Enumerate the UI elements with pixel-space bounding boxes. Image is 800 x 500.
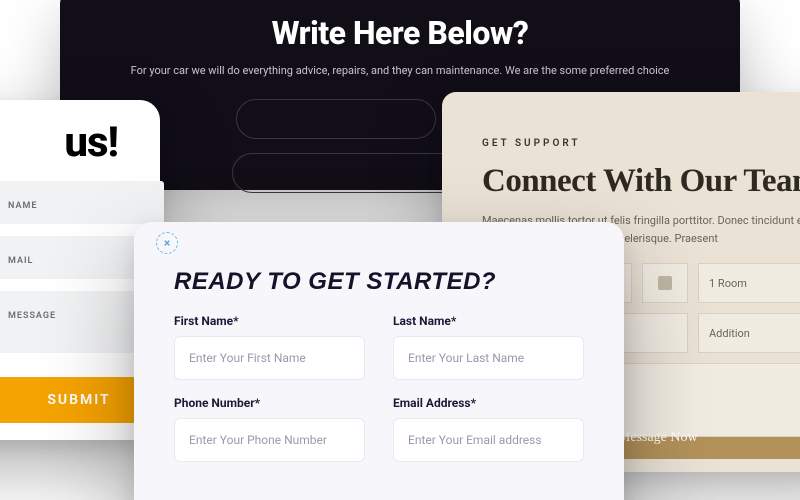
additional-select[interactable]: Addition	[698, 313, 800, 353]
close-button[interactable]: ×	[156, 232, 178, 254]
first-name-input[interactable]: Enter Your First Name	[174, 336, 365, 380]
last-name-input[interactable]: Enter Your Last Name	[393, 336, 584, 380]
close-icon: ×	[164, 236, 170, 250]
last-name-label: Last Name*	[393, 314, 584, 328]
email-label: Email Address*	[393, 396, 584, 410]
keypad-icon	[658, 276, 672, 290]
email-address-input[interactable]: Enter Your Email address	[393, 418, 584, 462]
connect-phone-field[interactable]	[642, 263, 688, 303]
get-started-modal: × READY TO GET STARTED? First Name* Ente…	[134, 222, 624, 500]
connect-title: Connect With Our Team	[482, 163, 800, 200]
get-started-title: READY TO GET STARTED?	[174, 268, 584, 296]
phone-label: Phone Number*	[174, 396, 365, 410]
contact-us-title-fragment: us!	[0, 118, 136, 167]
dark-hero-subtitle: For your car we will do everything advic…	[100, 64, 700, 77]
dark-hero-title: Write Here Below?	[100, 14, 700, 52]
phone-input[interactable]: Enter Your Phone Number	[174, 418, 365, 462]
rooms-select[interactable]: 1 Room	[698, 263, 800, 303]
name-input[interactable]	[236, 99, 436, 139]
first-name-label: First Name*	[174, 314, 365, 328]
name-field[interactable]: NAME	[0, 181, 164, 224]
connect-eyebrow: GET SUPPORT	[482, 138, 800, 149]
